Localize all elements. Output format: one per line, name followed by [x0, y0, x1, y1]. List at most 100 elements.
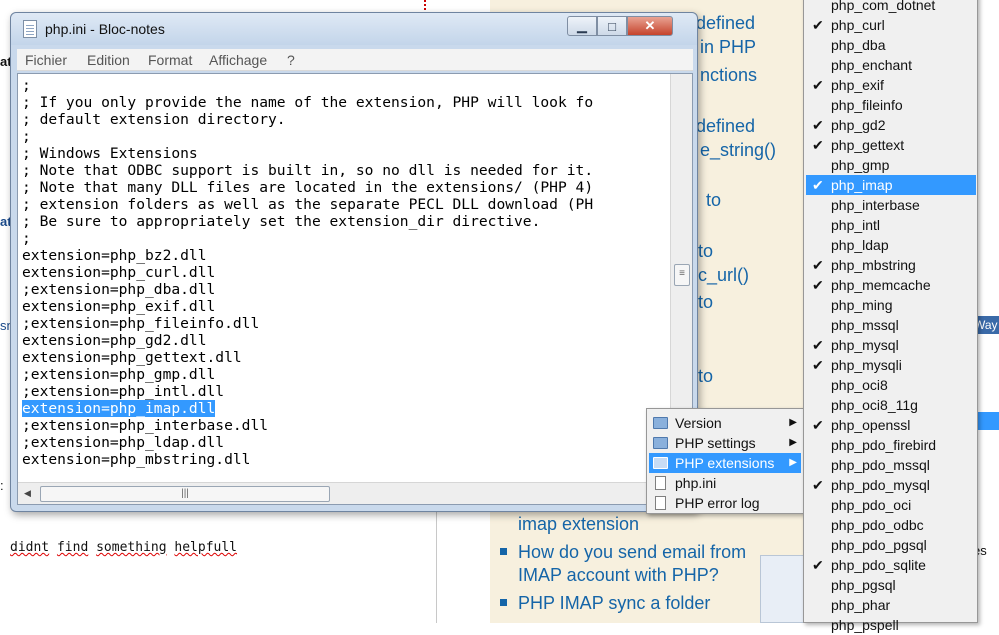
text-line[interactable]: extension=php_exif.dll — [22, 298, 662, 315]
article-link[interactable]: imap extension — [518, 513, 639, 536]
extension-item[interactable]: php_interbase — [806, 195, 976, 215]
extension-item[interactable]: ✔ php_mysqli — [806, 355, 976, 375]
extension-item[interactable]: ✔ php_gettext — [806, 135, 976, 155]
text-line[interactable]: ; — [22, 77, 662, 94]
extension-name: php_enchant — [831, 57, 912, 73]
extension-item[interactable]: php_gmp — [806, 155, 976, 175]
text-line[interactable]: ;extension=php_gmp.dll — [22, 366, 662, 383]
checkmark-icon: ✔ — [812, 357, 824, 373]
article-link[interactable]: to — [698, 365, 713, 388]
extension-item[interactable]: php_com_dotnet — [806, 0, 976, 15]
menu-item-php-extensions[interactable]: PHP extensions ▶ — [649, 453, 801, 473]
text-line[interactable]: extension=php_gettext.dll — [22, 349, 662, 366]
extension-item[interactable]: php_pdo_pgsql — [806, 535, 976, 555]
text-editor[interactable]: ;; If you only provide the name of the e… — [17, 73, 693, 505]
extension-item[interactable]: php_ming — [806, 295, 976, 315]
text-line[interactable]: ;extension=php_dba.dll — [22, 281, 662, 298]
menu-item-label: Version — [675, 415, 722, 431]
extension-item[interactable]: php_fileinfo — [806, 95, 976, 115]
text-line[interactable]: extension=php_mbstring.dll — [22, 451, 662, 468]
extension-item[interactable]: php_oci8_11g — [806, 395, 976, 415]
extension-item[interactable]: php_oci8 — [806, 375, 976, 395]
article-link[interactable]: to — [706, 189, 721, 212]
folder-icon — [653, 417, 668, 429]
text-line[interactable]: ;extension=php_interbase.dll — [22, 417, 662, 434]
article-link[interactable]: c_url() — [698, 264, 749, 287]
text-line[interactable]: ; If you only provide the name of the ex… — [22, 94, 662, 111]
extension-item[interactable]: php_pspell — [806, 615, 976, 635]
text-line[interactable]: ;extension=php_intl.dll — [22, 383, 662, 400]
extension-name: php_pdo_mssql — [831, 457, 930, 473]
extension-item[interactable]: php_pdo_firebird — [806, 435, 976, 455]
text-line[interactable]: extension=php_curl.dll — [22, 264, 662, 281]
extension-item[interactable]: php_pdo_mssql — [806, 455, 976, 475]
article-link[interactable]: in PHP — [700, 36, 756, 59]
extension-item[interactable]: php_phar — [806, 595, 976, 615]
menu-help[interactable]: ? — [287, 52, 295, 68]
extension-name: php_pgsql — [831, 577, 896, 593]
text-line[interactable]: ; extension folders as well as the separ… — [22, 196, 662, 213]
text-line[interactable]: ; Windows Extensions — [22, 145, 662, 162]
extension-item[interactable]: php_mssql — [806, 315, 976, 335]
maximize-button[interactable]: □ — [597, 16, 627, 36]
extension-item[interactable]: php_pdo_oci — [806, 495, 976, 515]
minimize-button[interactable]: ▁ — [567, 16, 597, 36]
extension-item[interactable]: ✔ php_imap — [806, 175, 976, 195]
extensions-menu: php_com_dotnet ✔ php_curl php_dba php_enchan… — [803, 0, 978, 633]
extension-item[interactable]: php_intl — [806, 215, 976, 235]
menu-file[interactable]: Fichier — [25, 52, 67, 68]
comment-text: didnt find something helpfull — [10, 540, 238, 555]
text-line[interactable]: ; Be sure to appropriately set the exten… — [22, 213, 662, 230]
article-link[interactable]: PHP IMAP sync a folder — [518, 592, 710, 615]
selected-text[interactable]: extension=php_imap.dll — [22, 400, 216, 417]
article-link[interactable]: to — [698, 291, 713, 314]
article-link[interactable]: defined — [696, 115, 755, 138]
article-link[interactable]: defined — [696, 12, 755, 35]
article-link[interactable]: IMAP account with PHP? — [518, 564, 719, 587]
text-line[interactable]: extension=php_bz2.dll — [22, 247, 662, 264]
menu-item-php-settings[interactable]: PHP settings ▶ — [649, 433, 801, 453]
title-bar[interactable]: php.ini - Bloc-notes ▁ □ ✕ — [11, 13, 697, 45]
extension-item[interactable]: php_pdo_odbc — [806, 515, 976, 535]
close-button[interactable]: ✕ — [627, 16, 673, 36]
menu-format[interactable]: Format — [148, 52, 192, 68]
extension-item[interactable]: ✔ php_mbstring — [806, 255, 976, 275]
text-line[interactable]: extension=php_gd2.dll — [22, 332, 662, 349]
menu-item-version[interactable]: Version ▶ — [649, 413, 801, 433]
horizontal-scrollbar[interactable]: ◀ ||| — [18, 482, 670, 504]
extension-item[interactable]: php_ldap — [806, 235, 976, 255]
extension-item[interactable]: php_pgsql — [806, 575, 976, 595]
text-line[interactable]: ; Note that ODBC support is built in, so… — [22, 162, 662, 179]
text-line[interactable]: extension=php_imap.dll — [22, 400, 662, 417]
extension-item[interactable]: ✔ php_exif — [806, 75, 976, 95]
extension-name: php_mysqli — [831, 357, 902, 373]
extension-item[interactable]: ✔ php_mysql — [806, 335, 976, 355]
menu-edit[interactable]: Edition — [87, 52, 130, 68]
menu-bar: Fichier Edition Format Affichage ? — [17, 49, 693, 71]
extension-item[interactable]: php_dba — [806, 35, 976, 55]
extension-item[interactable]: ✔ php_pdo_sqlite — [806, 555, 976, 575]
extension-item[interactable]: ✔ php_pdo_mysql — [806, 475, 976, 495]
extension-item[interactable]: ✔ php_curl — [806, 15, 976, 35]
text-line[interactable]: ;extension=php_ldap.dll — [22, 434, 662, 451]
scroll-thumb[interactable]: ||| — [40, 486, 330, 502]
text-line[interactable]: ; — [22, 230, 662, 247]
menu-view[interactable]: Affichage — [209, 52, 267, 68]
text-line[interactable]: ; — [22, 128, 662, 145]
extension-item[interactable]: ✔ php_openssl — [806, 415, 976, 435]
article-link[interactable]: e_string() — [700, 139, 776, 162]
article-link[interactable]: to — [698, 240, 713, 263]
article-link[interactable]: nctions — [700, 64, 757, 87]
text-line[interactable]: ;extension=php_fileinfo.dll — [22, 315, 662, 332]
extension-item[interactable]: ✔ php_memcache — [806, 275, 976, 295]
menu-item-php-error-log[interactable]: PHP error log — [649, 493, 801, 513]
extension-item[interactable]: php_enchant — [806, 55, 976, 75]
editor-text[interactable]: ;; If you only provide the name of the e… — [22, 77, 662, 477]
article-link[interactable]: How do you send email from — [518, 541, 746, 564]
text-line[interactable]: ; default extension directory. — [22, 111, 662, 128]
scroll-thumb[interactable]: ≡ — [674, 264, 690, 286]
extension-item[interactable]: ✔ php_gd2 — [806, 115, 976, 135]
menu-item-php-ini[interactable]: php.ini — [649, 473, 801, 493]
scroll-left-icon[interactable]: ◀ — [24, 488, 31, 499]
text-line[interactable]: ; Note that many DLL files are located i… — [22, 179, 662, 196]
